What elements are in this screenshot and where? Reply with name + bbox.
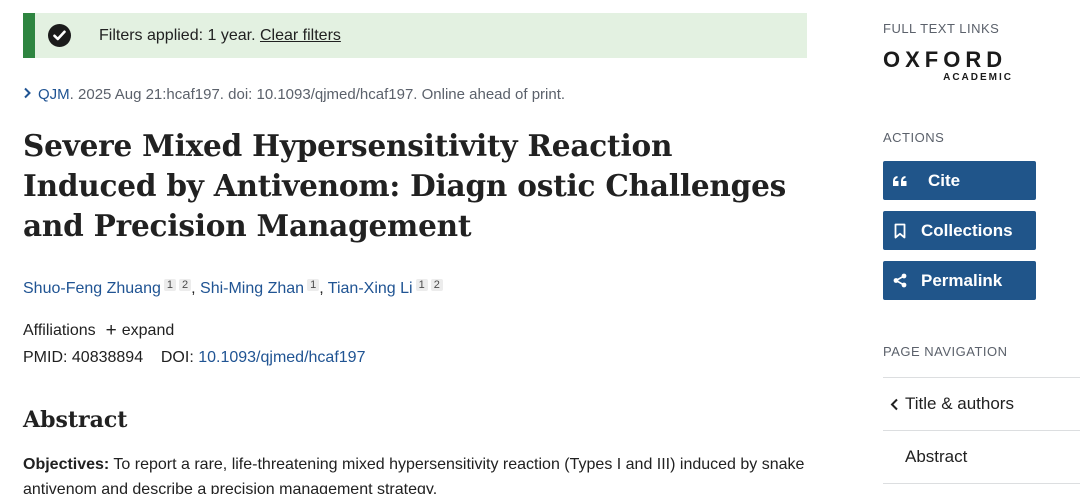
- citation-line: QJM. 2025 Aug 21:hcaf197. doi: 10.1093/q…: [23, 86, 565, 103]
- nav-item-label: Abstract: [905, 447, 968, 466]
- affiliation-ref[interactable]: 1: [163, 279, 176, 291]
- permalink-button[interactable]: Permalink: [883, 261, 1036, 300]
- nav-item-abstract[interactable]: Abstract: [883, 430, 1080, 483]
- filter-banner-text: Filters applied: 1 year. Clear filters: [99, 27, 341, 45]
- nav-item-title-authors[interactable]: Title & authors: [883, 377, 1080, 430]
- identifiers-row: PMID: 40838894 DOI: 10.1093/qjmed/hcaf19…: [23, 349, 365, 367]
- pmid-value: 40838894: [71, 349, 144, 366]
- citation-details: . 2025 Aug 21:hcaf197. doi: 10.1093/qjme…: [69, 86, 566, 103]
- cite-label: Cite: [928, 170, 961, 190]
- affiliation-ref[interactable]: 2: [430, 279, 443, 291]
- collections-label: Collections: [921, 220, 1013, 240]
- author-link[interactable]: Shuo-Feng Zhuang: [23, 280, 161, 297]
- affiliation-ref[interactable]: 2: [179, 279, 192, 291]
- author-link[interactable]: Shi-Ming Zhan: [200, 280, 304, 297]
- abstract-heading: Abstract: [23, 407, 128, 433]
- doi-link[interactable]: 10.1093/qjmed/hcaf197: [198, 349, 365, 366]
- affiliation-ref[interactable]: 1: [415, 279, 428, 291]
- objectives-label: Objectives:: [23, 456, 110, 473]
- abstract-objectives: Objectives: To report a rare, life-threa…: [23, 452, 807, 494]
- filter-status: Filters applied: 1 year.: [99, 27, 256, 44]
- affiliations-row: Affiliations + expand: [23, 319, 174, 341]
- logo-line-2: ACADEMIC: [943, 72, 1013, 83]
- cite-button[interactable]: Cite: [883, 161, 1036, 200]
- full-text-links-label: FULL TEXT LINKS: [883, 21, 1000, 36]
- chevron-left-icon: [883, 398, 905, 411]
- share-icon: [883, 273, 917, 288]
- separator: ,: [319, 280, 328, 297]
- expand-label: expand: [121, 322, 175, 339]
- separator: ,: [191, 280, 201, 297]
- pmid-label: PMID:: [23, 349, 68, 366]
- affiliations-label: Affiliations: [23, 322, 96, 339]
- logo-line-1: OXFORD: [883, 47, 1008, 72]
- chevron-right-icon[interactable]: [23, 86, 32, 103]
- bookmark-icon: [883, 223, 917, 239]
- oxford-academic-logo[interactable]: OXFORD ACADEMIC: [883, 48, 1015, 84]
- author-link[interactable]: Tian-Xing Li: [328, 280, 413, 297]
- collections-button[interactable]: Collections: [883, 211, 1036, 250]
- journal-link[interactable]: QJM: [38, 86, 70, 103]
- clear-filters-link[interactable]: Clear filters: [260, 27, 341, 44]
- check-circle-icon: [48, 24, 71, 47]
- author-list: Shuo-Feng Zhuang 1 2, Shi-Ming Zhan 1, Tian…: [23, 279, 443, 298]
- plus-icon: +: [105, 320, 117, 341]
- affiliation-ref[interactable]: 1: [307, 279, 320, 291]
- nav-item-label: Title & authors: [905, 394, 1014, 413]
- article-main: Filters applied: 1 year. Clear filters Q…: [23, 13, 807, 494]
- expand-affiliations-button[interactable]: + expand: [105, 320, 175, 341]
- permalink-label: Permalink: [921, 270, 1003, 290]
- actions-label: ACTIONS: [883, 130, 945, 145]
- page-navigation-label: PAGE NAVIGATION: [883, 344, 1008, 359]
- sidebar: FULL TEXT LINKS OXFORD ACADEMIC ACTIONS …: [883, 0, 1080, 494]
- doi-label: DOI:: [160, 349, 194, 366]
- objectives-text: To report a rare, life-threatening mixed…: [23, 456, 805, 494]
- article-title: Severe Mixed Hypersensitivity Reaction I…: [23, 128, 787, 243]
- filter-banner: Filters applied: 1 year. Clear filters: [23, 13, 807, 58]
- nav-divider: [883, 483, 1080, 484]
- quote-icon: [883, 175, 917, 187]
